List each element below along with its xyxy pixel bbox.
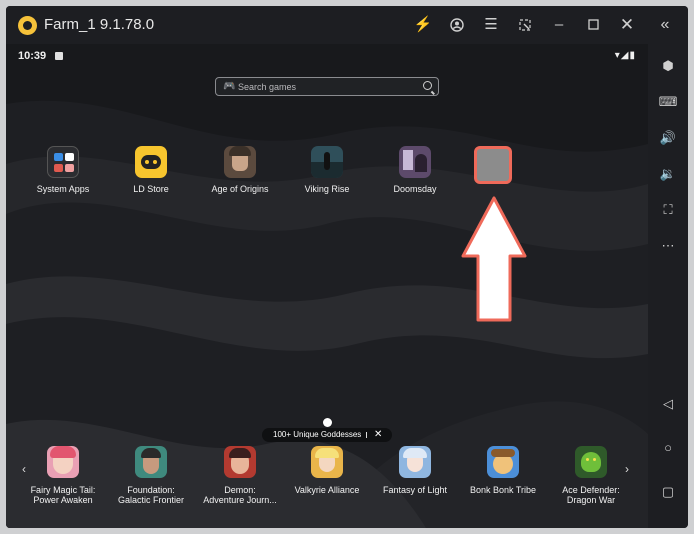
highlighted-empty-app-slot[interactable] xyxy=(474,146,512,184)
title-bar: Farm_1 9.1.78.0 ⚡ ☰ – ✕ « xyxy=(6,6,688,44)
app-label: Doomsday xyxy=(393,184,437,194)
promo-close-icon[interactable]: ✕ xyxy=(374,428,382,442)
status-bar: 10:39 ▾◢▮ xyxy=(6,44,648,66)
game-label-line2: Adventure Journ... xyxy=(203,495,277,505)
volume-down-icon[interactable]: 🔉 xyxy=(658,164,678,184)
viking-rise-icon xyxy=(311,146,343,178)
right-toolbar: ⬢ ⌨ 🔊 🔉 ⛶ ⋯ ◁ ○ ▢ xyxy=(648,44,688,528)
game-label-line1: Demon: xyxy=(224,485,256,495)
search-icon[interactable] xyxy=(423,81,432,90)
foundation-icon xyxy=(135,446,167,478)
account-icon[interactable] xyxy=(446,14,468,36)
ace-defender-icon xyxy=(575,446,607,478)
app-ld-store[interactable]: LD Store xyxy=(106,146,196,194)
page-indicator-dot xyxy=(323,418,332,427)
app-viking-rise[interactable]: Viking Rise xyxy=(282,146,372,194)
home-icon[interactable]: ○ xyxy=(658,438,678,458)
app-label: System Apps xyxy=(36,184,90,194)
game-valkyrie-alliance[interactable]: Valkyrie Alliance xyxy=(282,446,372,495)
screenshot-icon[interactable]: ⛶ xyxy=(658,200,678,220)
valkyrie-alliance-icon xyxy=(311,446,343,478)
search-bar[interactable]: 🎮 xyxy=(215,77,439,96)
game-label-line2: Galactic Frontier xyxy=(117,495,185,505)
notification-icon xyxy=(55,52,63,60)
wifi-battery-icon: ▾◢▮ xyxy=(614,50,636,61)
app-label: Age of Origins xyxy=(211,184,269,194)
collapse-sidebar-icon[interactable]: « xyxy=(654,14,676,36)
minimize-to-tray-icon[interactable] xyxy=(514,14,536,36)
app-doomsday[interactable]: Doomsday xyxy=(370,146,460,194)
window-title: Farm_1 9.1.78.0 xyxy=(44,16,155,33)
game-label-line1: Foundation: xyxy=(127,485,175,495)
app-system-apps[interactable]: System Apps xyxy=(18,146,108,194)
bolt-icon[interactable]: ⚡ xyxy=(412,14,434,36)
age-of-origins-icon xyxy=(224,146,256,178)
settings-gear-icon[interactable]: ⬢ xyxy=(658,56,678,76)
doomsday-icon xyxy=(399,146,431,178)
game-fantasy-of-light[interactable]: Fantasy of Light xyxy=(370,446,460,495)
game-label-line1: Valkyrie Alliance xyxy=(294,485,360,495)
promo-banner[interactable]: 100+ Unique Goddesses ✕ xyxy=(262,428,392,442)
ldplayer-logo-icon xyxy=(18,16,37,35)
gamepad-icon: 🎮 xyxy=(223,81,236,92)
minimize-icon[interactable]: – xyxy=(548,14,570,36)
game-label-line1: Fantasy of Light xyxy=(382,485,448,495)
search-input[interactable] xyxy=(238,80,418,94)
game-label-line1: Bonk Bonk Tribe xyxy=(469,485,537,495)
emulator-window: Farm_1 9.1.78.0 ⚡ ☰ – ✕ « 10:39 ▾◢▮ 🎮 Se… xyxy=(6,6,688,528)
game-demon[interactable]: Demon: Adventure Journ... xyxy=(195,446,285,505)
back-icon[interactable]: ◁ xyxy=(658,394,678,414)
game-label-line2: Dragon War xyxy=(566,495,616,505)
bonk-bonk-tribe-icon xyxy=(487,446,519,478)
game-label-line2: Power Awaken xyxy=(33,495,93,505)
game-label-line1: Fairy Magic Tail: xyxy=(30,485,96,495)
volume-up-icon[interactable]: 🔊 xyxy=(658,128,678,148)
game-foundation[interactable]: Foundation: Galactic Frontier xyxy=(106,446,196,505)
clock: 10:39 xyxy=(18,50,47,62)
game-label-line1: Ace Defender: xyxy=(562,485,620,495)
keyboard-icon[interactable]: ⌨ xyxy=(658,92,678,112)
recent-apps-icon[interactable]: ▢ xyxy=(658,482,678,502)
close-icon[interactable]: ✕ xyxy=(616,14,638,36)
fantasy-of-light-icon xyxy=(399,446,431,478)
promo-separator xyxy=(366,432,367,438)
maximize-icon[interactable] xyxy=(582,14,604,36)
app-age-of-origins[interactable]: Age of Origins xyxy=(195,146,285,194)
ld-store-icon xyxy=(135,146,167,178)
promo-text: 100+ Unique Goddesses xyxy=(273,430,362,439)
system-apps-icon xyxy=(47,146,79,178)
app-label: Viking Rise xyxy=(304,184,350,194)
menu-icon[interactable]: ☰ xyxy=(480,14,502,36)
fairy-magic-tail-icon xyxy=(47,446,79,478)
game-bonk-bonk-tribe[interactable]: Bonk Bonk Tribe xyxy=(458,446,548,495)
app-label: LD Store xyxy=(133,184,169,194)
android-screen: 10:39 ▾◢▮ 🎮 System Apps LD Sto xyxy=(6,44,648,528)
game-fairy-magic-tail[interactable]: Fairy Magic Tail: Power Awaken xyxy=(18,446,108,505)
game-ace-defender[interactable]: Ace Defender: Dragon War xyxy=(546,446,636,505)
annotation-arrow-up xyxy=(461,196,527,322)
more-icon[interactable]: ⋯ xyxy=(658,236,678,256)
demon-icon xyxy=(224,446,256,478)
